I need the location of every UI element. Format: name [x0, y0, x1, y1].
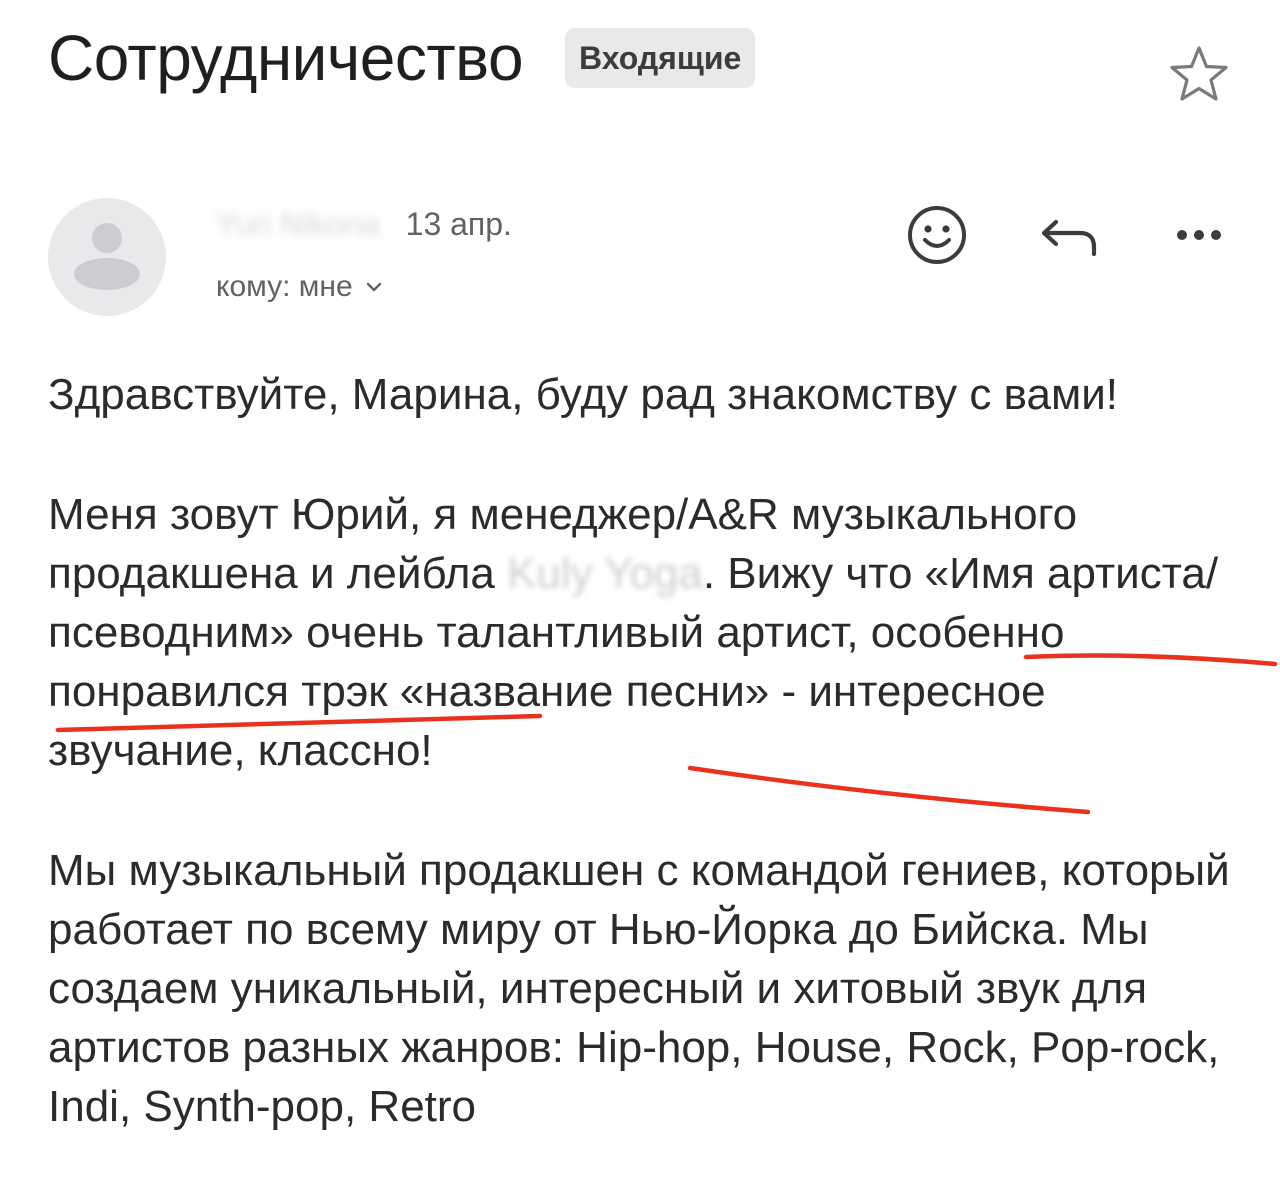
- reply-icon[interactable]: [1036, 202, 1102, 268]
- recipient-text: кому: мне: [216, 270, 353, 303]
- message-date: 13 апр.: [405, 205, 512, 242]
- avatar[interactable]: [48, 198, 166, 316]
- body-paragraph-greeting: Здравствуйте, Марина, буду рад знакомств…: [48, 370, 1119, 419]
- body-paragraph-about: Мы музыкальный продакшен с командой гени…: [48, 846, 1230, 1131]
- redacted-label-name: Kuly Yoga: [507, 549, 703, 598]
- more-options-icon[interactable]: [1166, 202, 1232, 268]
- star-icon[interactable]: [1166, 42, 1232, 108]
- emoji-react-icon[interactable]: [904, 202, 970, 268]
- default-avatar-icon: [74, 223, 140, 290]
- sender-line: Yuri Nikona 13 апр.: [216, 200, 512, 248]
- sender-name[interactable]: Yuri Nikona: [216, 206, 380, 243]
- inbox-label-chip[interactable]: Входящие: [565, 28, 756, 88]
- recipient-details-toggle[interactable]: кому: мне: [216, 270, 383, 304]
- email-subject: Сотрудничество: [48, 22, 524, 94]
- subject-row: Сотрудничество Входящие: [48, 18, 756, 98]
- message-body: Здравствуйте, Марина, буду рад знакомств…: [48, 365, 1238, 1197]
- body-paragraph-intro: Меня зовут Юрий, я менеджер/A&R музыкаль…: [48, 485, 1238, 780]
- chevron-down-icon: [366, 282, 381, 292]
